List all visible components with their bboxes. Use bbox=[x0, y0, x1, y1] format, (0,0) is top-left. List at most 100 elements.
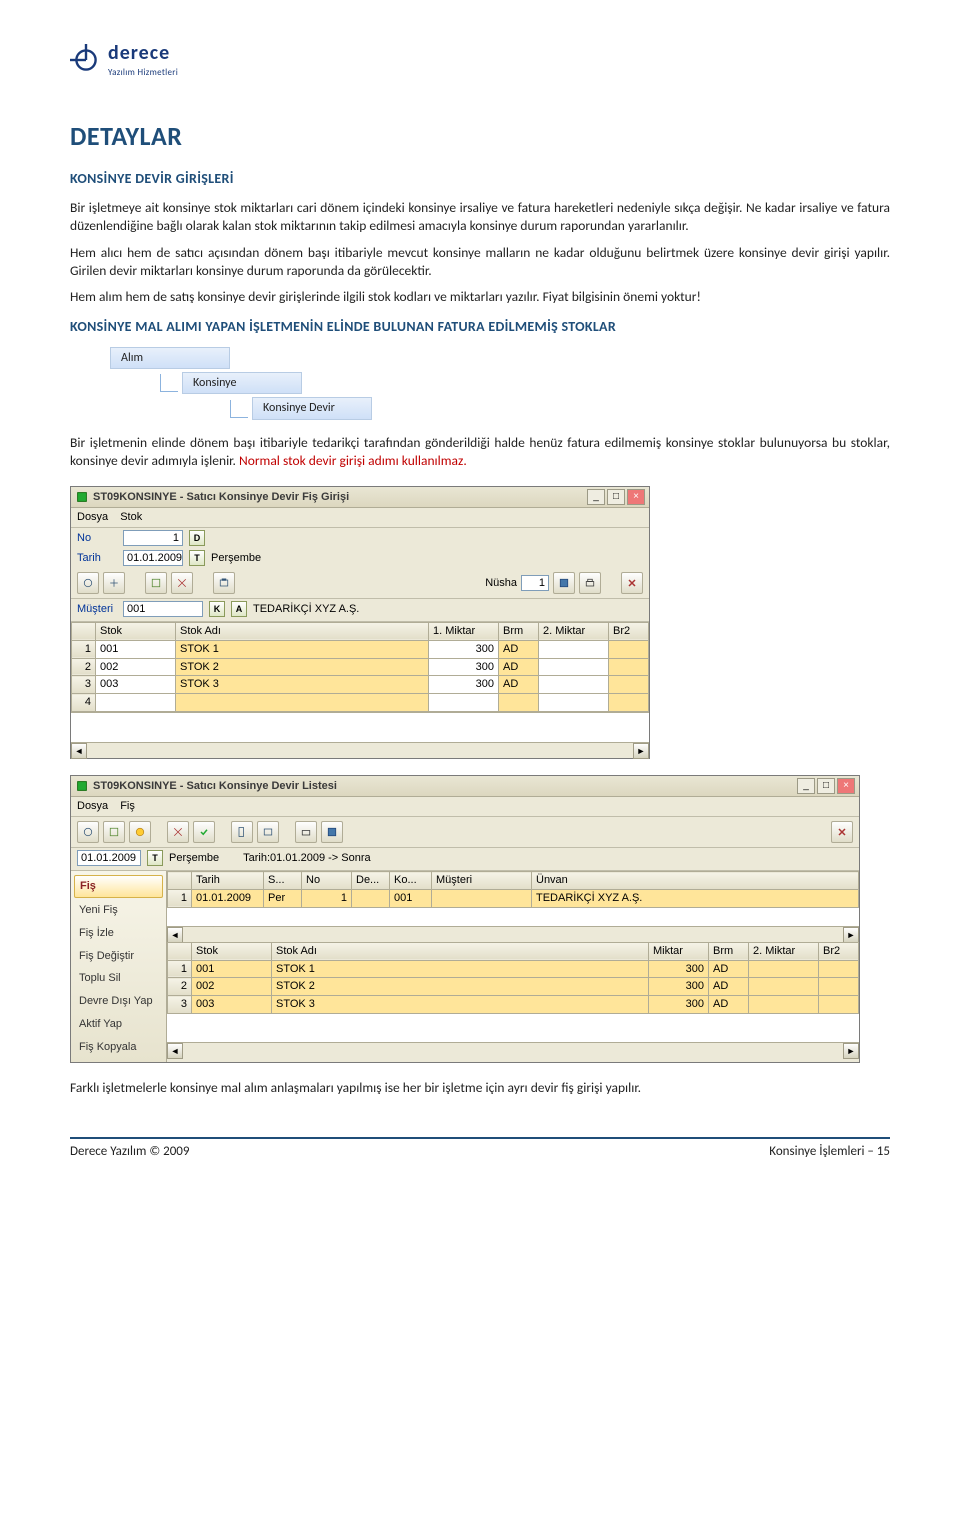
logo-brand: derece bbox=[108, 40, 178, 67]
tb2-btn-8[interactable] bbox=[295, 821, 317, 843]
titlebar: ST09KONSINYE - Satıcı Konsinye Devir Fiş… bbox=[71, 487, 649, 508]
maximize-button[interactable]: □ bbox=[817, 778, 835, 794]
section1-p1: Bir işletmeye ait konsinye stok miktarla… bbox=[70, 199, 890, 235]
tc-musteri[interactable]: Müşteri bbox=[432, 872, 532, 890]
nusha-input[interactable]: 1 bbox=[521, 575, 549, 591]
tc-de[interactable]: De... bbox=[352, 872, 390, 890]
filter-date-input[interactable]: 01.01.2009 bbox=[77, 850, 141, 866]
sidebar-item-degistir[interactable]: Fiş Değiştir bbox=[74, 946, 163, 967]
tb2-btn-9[interactable] bbox=[321, 821, 343, 843]
tc-no[interactable]: No bbox=[302, 872, 352, 890]
filter-day: Perşembe bbox=[169, 851, 219, 866]
bc-miktar2[interactable]: 2. Miktar bbox=[749, 942, 819, 960]
musteri-label: Müşteri bbox=[77, 602, 117, 617]
window-title-2: ST09KONSINYE - Satıcı Konsinye Devir Lis… bbox=[93, 779, 337, 794]
table-row: 3 003 STOK 3 300 AD bbox=[72, 676, 649, 694]
scrollbar[interactable]: ◄ ► bbox=[71, 742, 649, 758]
bc-br2[interactable]: Br2 bbox=[819, 942, 859, 960]
sidebar-item-toplusil[interactable]: Toplu Sil bbox=[74, 968, 163, 989]
bc-brm[interactable]: Brm bbox=[709, 942, 749, 960]
tarih-label: Tarih bbox=[77, 551, 117, 566]
scroll-left-icon[interactable]: ◄ bbox=[167, 1043, 183, 1059]
sidebar-item-fis[interactable]: Fiş bbox=[74, 875, 163, 898]
toolbar-save-icon[interactable] bbox=[553, 572, 575, 594]
section1-heading: KONSİNYE DEVİR GİRİŞLERİ bbox=[70, 170, 890, 189]
scroll-right-icon[interactable]: ► bbox=[633, 743, 649, 759]
stock-grid: Stok Stok Adı 1. Miktar Brm 2. Miktar Br… bbox=[71, 622, 649, 712]
tarih-input[interactable]: 01.01.2009 bbox=[123, 550, 183, 566]
col-stok[interactable]: Stok bbox=[96, 622, 176, 640]
tb2-btn-4[interactable] bbox=[167, 821, 189, 843]
tb2-btn-1[interactable] bbox=[77, 821, 99, 843]
tc-tarih[interactable]: Tarih bbox=[192, 872, 264, 890]
tc-ko[interactable]: Ko... bbox=[390, 872, 432, 890]
scroll-right-icon[interactable]: ► bbox=[843, 1043, 859, 1059]
musteri-input[interactable]: 001 bbox=[123, 601, 203, 617]
col-brm[interactable]: Brm bbox=[499, 622, 539, 640]
no-d-button[interactable]: D bbox=[189, 530, 205, 546]
tc-unvan[interactable]: Ünvan bbox=[532, 872, 859, 890]
tb2-btn-2[interactable] bbox=[103, 821, 125, 843]
tc-s[interactable]: S... bbox=[264, 872, 302, 890]
toolbar-close-icon[interactable] bbox=[621, 572, 643, 594]
section2-p1: Bir işletmenin elinde dönem başı itibari… bbox=[70, 434, 890, 470]
tb2-btn-3[interactable] bbox=[129, 821, 151, 843]
close-button[interactable]: × bbox=[837, 778, 855, 794]
musteri-a-button[interactable]: A bbox=[231, 601, 247, 617]
nusha-label: Nüsha bbox=[485, 576, 517, 591]
menu-dosya[interactable]: Dosya bbox=[77, 510, 108, 525]
minimize-button[interactable]: _ bbox=[797, 778, 815, 794]
sidebar-item-devredisi[interactable]: Devre Dışı Yap bbox=[74, 991, 163, 1012]
bc-miktar[interactable]: Miktar bbox=[649, 942, 709, 960]
table-row: 2 002 STOK 2 300 AD bbox=[168, 978, 859, 996]
col-br2[interactable]: Br2 bbox=[609, 622, 649, 640]
table-row: 4 bbox=[72, 694, 649, 712]
scroll-right-icon[interactable]: ► bbox=[843, 927, 859, 943]
toolbar-btn-5[interactable] bbox=[213, 572, 235, 594]
tree-item-konsinye-devir: Konsinye Devir bbox=[252, 397, 372, 419]
tb2-btn-6[interactable] bbox=[231, 821, 253, 843]
sidebar-item-aktif[interactable]: Aktif Yap bbox=[74, 1014, 163, 1035]
maximize-button[interactable]: □ bbox=[607, 489, 625, 505]
bc-stok[interactable]: Stok bbox=[192, 942, 272, 960]
tb2-btn-5[interactable] bbox=[193, 821, 215, 843]
sidebar-item-kopyala[interactable]: Fiş Kopyala bbox=[74, 1037, 163, 1058]
logo-block: derece Yazılım Hizmetleri bbox=[70, 40, 890, 79]
scrollbar-top[interactable]: ◄ ► bbox=[167, 926, 859, 942]
no-input[interactable]: 1 bbox=[123, 530, 183, 546]
filter-t-button[interactable]: T bbox=[147, 850, 163, 866]
top-grid: Tarih S... No De... Ko... Müşteri Ünvan … bbox=[167, 871, 859, 908]
col-miktar2[interactable]: 2. Miktar bbox=[539, 622, 609, 640]
scroll-left-icon[interactable]: ◄ bbox=[167, 927, 183, 943]
scrollbar-bottom[interactable]: ◄ ► bbox=[167, 1042, 859, 1058]
menu-fis[interactable]: Fiş bbox=[120, 799, 135, 814]
musteri-k-button[interactable]: K bbox=[209, 601, 225, 617]
tree-item-konsinye: Konsinye bbox=[182, 372, 302, 394]
bc-stokadi[interactable]: Stok Adı bbox=[272, 942, 649, 960]
scroll-left-icon[interactable]: ◄ bbox=[71, 743, 87, 759]
section2-heading: KONSİNYE MAL ALIMI YAPAN İŞLETMENİN ELİN… bbox=[70, 318, 890, 337]
logo-icon bbox=[70, 44, 102, 76]
sidebar: Fiş Yeni Fiş Fiş İzle Fiş Değiştir Toplu… bbox=[71, 871, 167, 1062]
toolbar-btn-1[interactable] bbox=[77, 572, 99, 594]
toolbar-btn-2[interactable] bbox=[103, 572, 125, 594]
minimize-button[interactable]: _ bbox=[587, 489, 605, 505]
col-stokadi[interactable]: Stok Adı bbox=[176, 622, 429, 640]
toolbar-print-icon[interactable] bbox=[579, 572, 601, 594]
sidebar-item-yeni[interactable]: Yeni Fiş bbox=[74, 900, 163, 921]
tb2-btn-7[interactable] bbox=[257, 821, 279, 843]
window-fis-girisi: ST09KONSINYE - Satıcı Konsinye Devir Fiş… bbox=[70, 486, 650, 759]
tree-item-alim: Alım bbox=[110, 347, 230, 369]
window-devir-listesi: ST09KONSINYE - Satıcı Konsinye Devir Lis… bbox=[70, 775, 860, 1063]
menu-stok[interactable]: Stok bbox=[120, 510, 142, 525]
col-miktar1[interactable]: 1. Miktar bbox=[429, 622, 499, 640]
sidebar-item-izle[interactable]: Fiş İzle bbox=[74, 923, 163, 944]
tb2-close-icon[interactable] bbox=[831, 821, 853, 843]
musteri-name: TEDARİKÇİ XYZ A.Ş. bbox=[253, 602, 359, 617]
toolbar-btn-4[interactable] bbox=[171, 572, 193, 594]
titlebar-2: ST09KONSINYE - Satıcı Konsinye Devir Lis… bbox=[71, 776, 859, 797]
menu-dosya-2[interactable]: Dosya bbox=[77, 799, 108, 814]
toolbar-btn-3[interactable] bbox=[145, 572, 167, 594]
tarih-t-button[interactable]: T bbox=[189, 550, 205, 566]
close-button[interactable]: × bbox=[627, 489, 645, 505]
